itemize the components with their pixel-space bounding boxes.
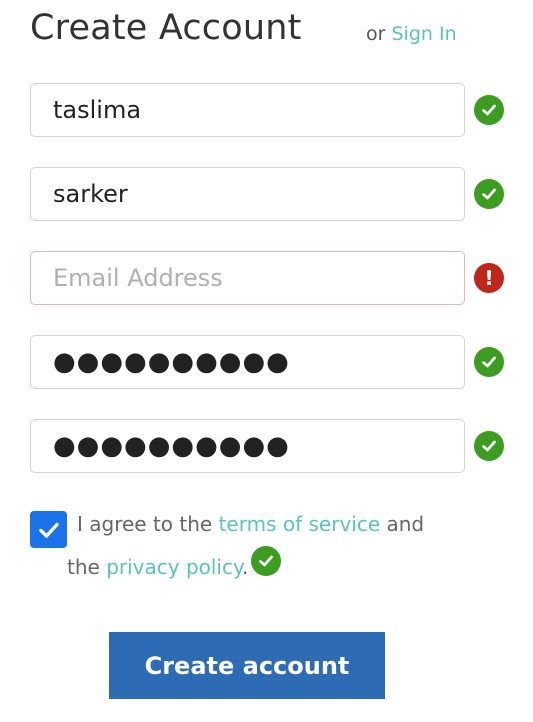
password-mask: ●●●●●●●●●● — [53, 347, 290, 377]
agreement-text-line2: the privacy policy. — [67, 555, 248, 579]
confirm-password-mask: ●●●●●●●●●● — [53, 431, 290, 461]
agree-period: . — [241, 555, 249, 579]
sign-in-link[interactable]: Sign In — [391, 23, 456, 45]
exclamation-circle-icon: ! — [474, 263, 504, 293]
first-name-input[interactable] — [30, 83, 465, 137]
privacy-policy-link[interactable]: privacy policy — [106, 555, 242, 579]
password-input[interactable]: ●●●●●●●●●● — [30, 335, 465, 389]
signin-prompt: or Sign In — [366, 23, 457, 45]
check-circle-icon — [474, 179, 504, 209]
create-account-button[interactable]: Create account — [109, 632, 385, 699]
check-circle-icon — [474, 95, 504, 125]
agreement-text: I agree to the terms of service and — [77, 512, 424, 536]
agree-prefix: I agree to the — [77, 512, 213, 536]
or-text: or — [366, 23, 386, 45]
check-circle-icon — [474, 431, 504, 461]
check-circle-icon — [251, 546, 281, 576]
agree-checkbox[interactable] — [30, 511, 67, 548]
page-title: Create Account — [30, 8, 302, 48]
email-input[interactable] — [30, 251, 465, 305]
confirm-password-input[interactable]: ●●●●●●●●●● — [30, 419, 465, 473]
terms-of-service-link[interactable]: terms of service — [219, 512, 381, 536]
agree-the: the — [67, 555, 100, 579]
agree-and: and — [386, 512, 425, 536]
check-circle-icon — [474, 347, 504, 377]
last-name-input[interactable] — [30, 167, 465, 221]
checkmark-icon — [38, 522, 59, 538]
